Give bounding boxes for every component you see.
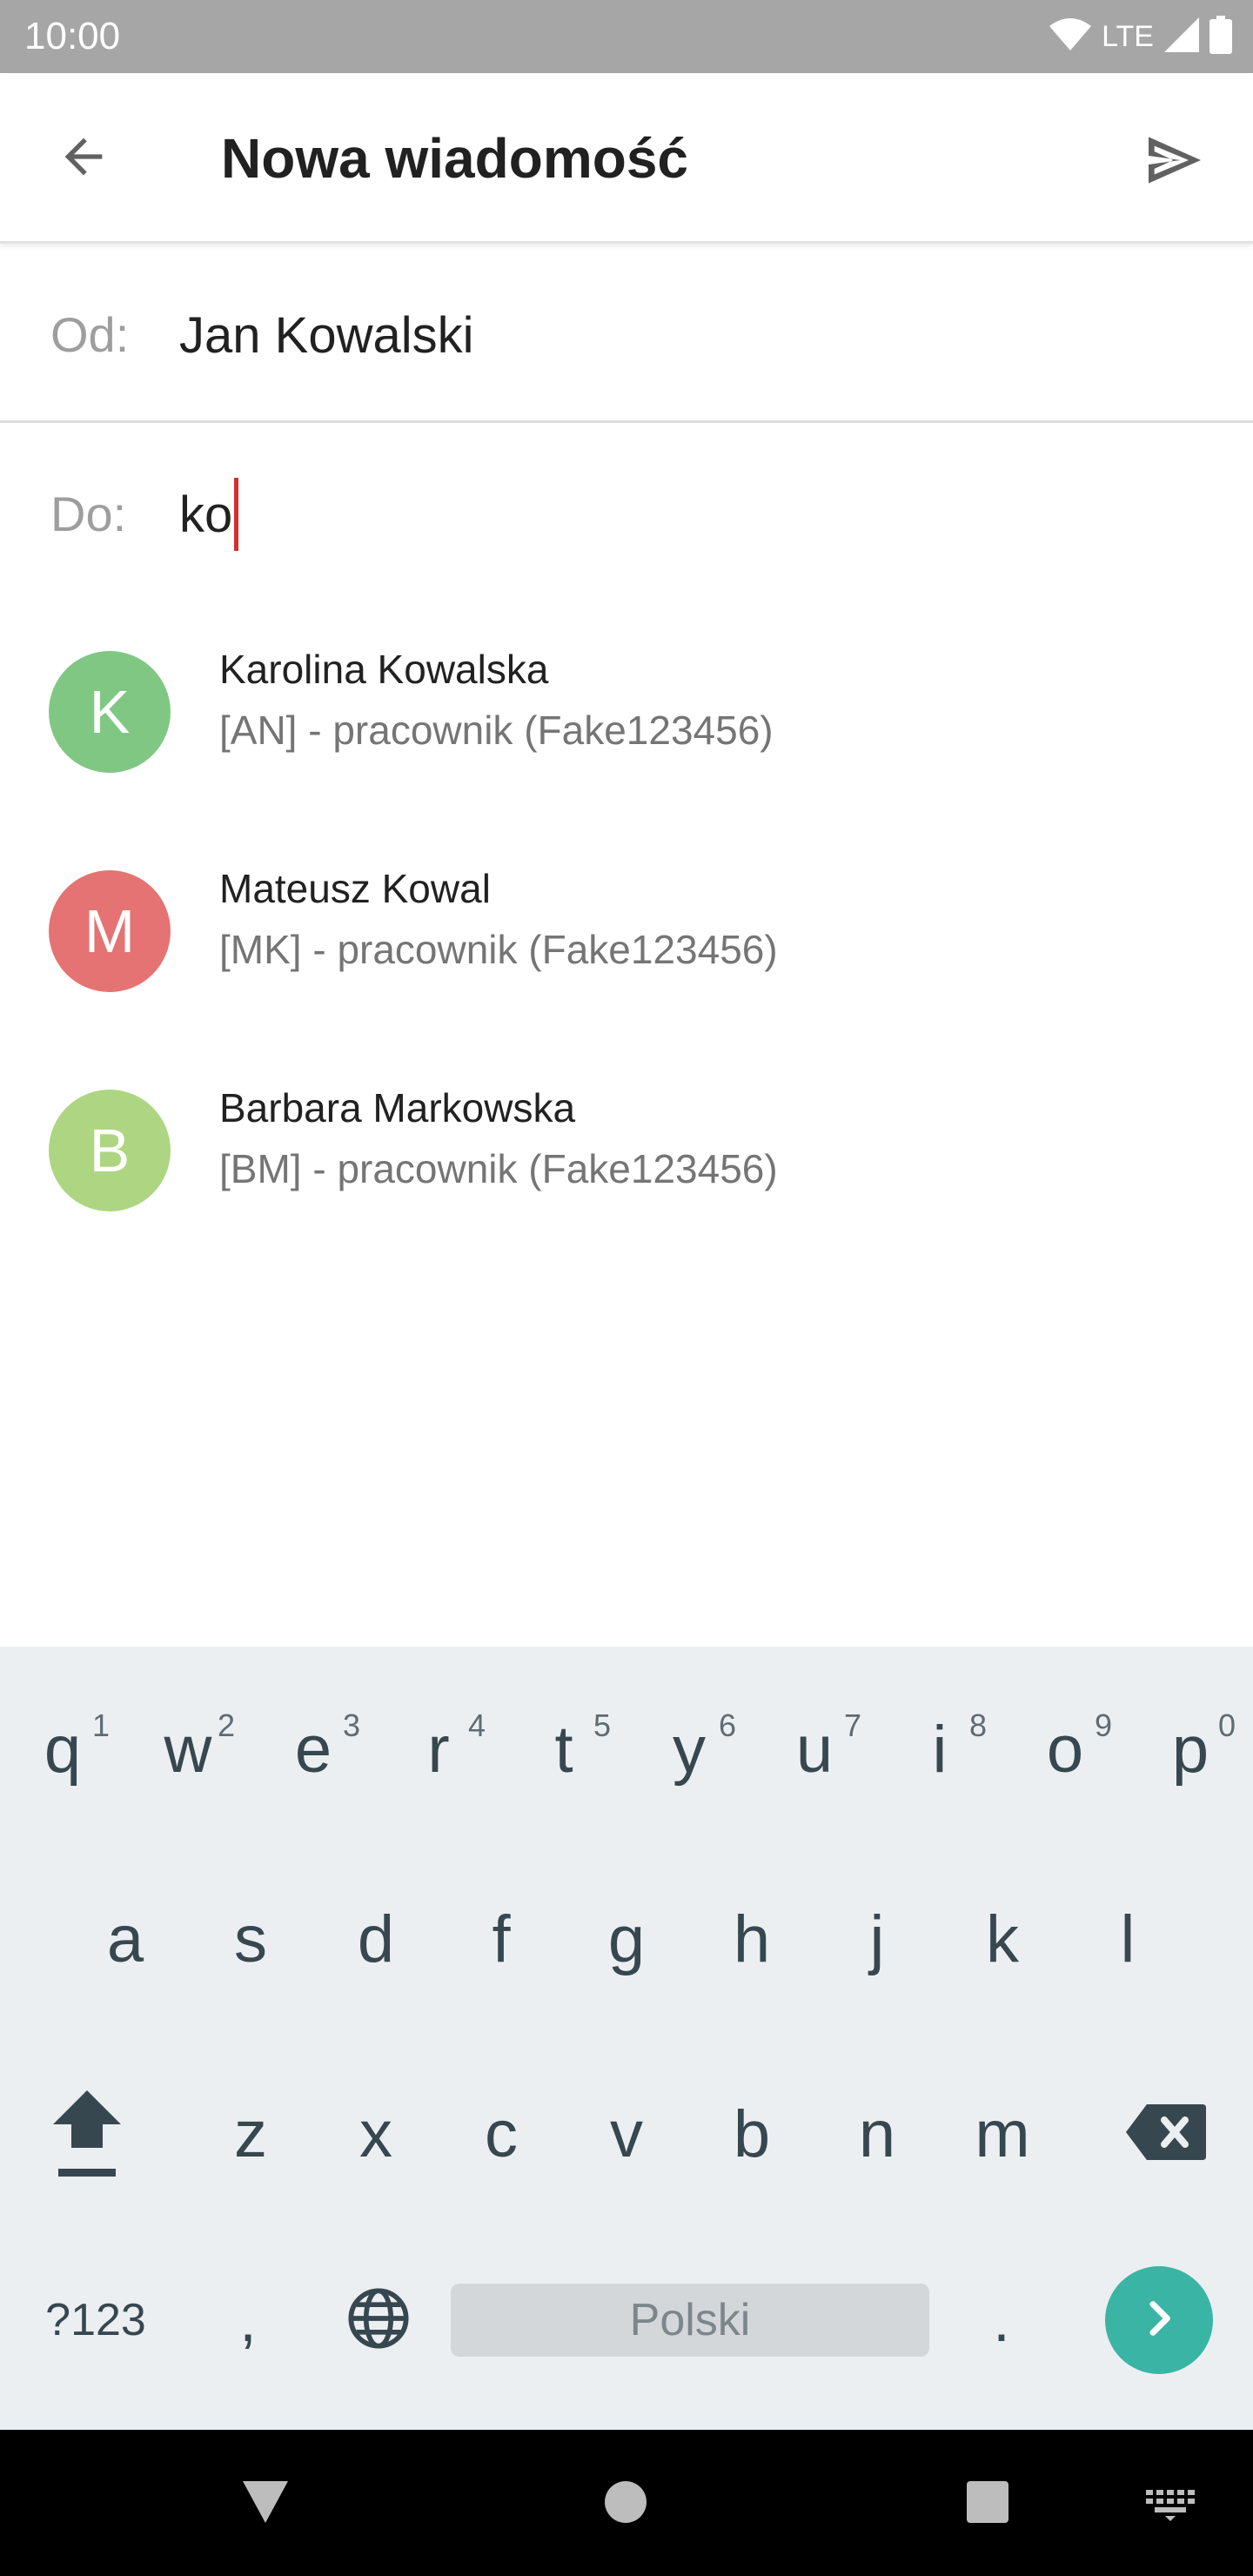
key-o[interactable]: o9 <box>1013 1688 1117 1810</box>
keyboard-switch-button[interactable] <box>1131 2468 1209 2546</box>
chevron-right-icon <box>1135 2294 1183 2347</box>
soft-keyboard: q1 w2 e3 r4 t5 y6 u7 i8 o9 p0 a s d f g … <box>0 1647 1253 2430</box>
key-s[interactable]: s <box>198 1878 303 2000</box>
status-icons: LTE <box>1049 14 1232 59</box>
send-button[interactable] <box>1136 124 1213 200</box>
key-a[interactable]: a <box>73 1878 178 2000</box>
avatar: M <box>49 870 171 992</box>
suggestion-item[interactable]: B Barbara Markowska [BM] - pracownik (Fa… <box>0 1039 1253 1258</box>
space-key[interactable]: Polski <box>451 2284 929 2357</box>
suggestion-item[interactable]: K Karolina Kowalska [AN] - pracownik (Fa… <box>0 600 1253 820</box>
wifi-icon <box>1049 17 1092 57</box>
network-type: LTE <box>1102 19 1154 53</box>
circle-icon <box>603 2479 648 2529</box>
from-value: Jan Kowalski <box>179 307 474 364</box>
page-title: Nowa wiadomość <box>221 127 688 190</box>
triangle-down-icon <box>239 2478 291 2531</box>
suggestion-name: Karolina Kowalska <box>219 647 549 692</box>
language-key[interactable] <box>331 2266 426 2374</box>
suggestion-name: Barbara Markowska <box>219 1085 576 1130</box>
key-d[interactable]: d <box>324 1878 428 2000</box>
signal-icon <box>1164 17 1199 57</box>
key-b[interactable]: b <box>700 2073 804 2195</box>
key-u[interactable]: u7 <box>762 1688 867 1810</box>
key-h[interactable]: h <box>700 1878 804 2000</box>
to-field: Do: ko <box>0 425 1253 599</box>
key-z[interactable]: z <box>198 2073 303 2195</box>
shift-key[interactable] <box>35 2073 139 2195</box>
comma-key[interactable]: , <box>200 2266 296 2374</box>
key-m[interactable]: m <box>950 2073 1055 2195</box>
key-p[interactable]: p0 <box>1138 1688 1243 1810</box>
key-l[interactable]: l <box>1075 1878 1180 2000</box>
key-y[interactable]: y6 <box>637 1688 741 1810</box>
key-v[interactable]: v <box>574 2073 679 2195</box>
back-button[interactable] <box>49 124 118 193</box>
avatar: K <box>49 651 171 773</box>
from-field: Od: Jan Kowalski <box>0 244 1253 423</box>
square-icon <box>965 2479 1010 2529</box>
status-time: 10:00 <box>24 15 121 57</box>
suggestion-item[interactable]: M Mateusz Kowal [MK] - pracownik (Fake12… <box>0 820 1253 1039</box>
key-x[interactable]: x <box>324 2073 428 2195</box>
nav-recents-button[interactable] <box>948 2465 1027 2543</box>
suggestion-subtitle: [MK] - pracownik (Fake123456) <box>219 927 778 972</box>
send-icon <box>1140 125 1209 199</box>
shift-icon <box>48 2080 126 2189</box>
key-q[interactable]: q1 <box>10 1688 115 1810</box>
backspace-icon <box>1126 2103 1206 2164</box>
suggestion-subtitle: [AN] - pracownik (Fake123456) <box>219 708 774 753</box>
nav-home-button[interactable] <box>586 2465 665 2543</box>
text-caret <box>234 478 239 551</box>
to-input[interactable]: ko <box>179 486 232 544</box>
avatar: B <box>49 1090 171 1211</box>
recipient-suggestions: K Karolina Kowalska [AN] - pracownik (Fa… <box>0 600 1253 1258</box>
backspace-key[interactable] <box>1114 2073 1218 2195</box>
key-g[interactable]: g <box>574 1878 679 2000</box>
period-key[interactable]: . <box>954 2266 1049 2374</box>
app-bar: Nowa wiadomość <box>0 73 1253 244</box>
key-r[interactable]: r4 <box>386 1688 491 1810</box>
key-t[interactable]: t5 <box>512 1688 616 1810</box>
symbols-key[interactable]: ?123 <box>26 2266 165 2374</box>
from-label: Od: <box>50 307 130 362</box>
nav-back-button[interactable] <box>226 2465 305 2543</box>
enter-key[interactable] <box>1105 2266 1213 2374</box>
suggestion-name: Mateusz Kowal <box>219 866 491 911</box>
suggestion-subtitle: [BM] - pracownik (Fake123456) <box>219 1146 778 1191</box>
key-c[interactable]: c <box>449 2073 553 2195</box>
globe-icon <box>345 2285 412 2356</box>
to-input-wrapper[interactable]: ko <box>179 475 1206 553</box>
keyboard-icon <box>1144 2488 1196 2527</box>
key-j[interactable]: j <box>825 1878 929 2000</box>
arrow-back-icon <box>56 129 111 189</box>
key-w[interactable]: w2 <box>136 1688 240 1810</box>
navigation-bar <box>0 2430 1253 2576</box>
to-label: Do: <box>50 486 127 541</box>
key-e[interactable]: e3 <box>261 1688 365 1810</box>
status-bar: 10:00 LTE <box>0 0 1253 73</box>
key-f[interactable]: f <box>449 1878 553 2000</box>
key-k[interactable]: k <box>950 1878 1055 2000</box>
key-n[interactable]: n <box>825 2073 929 2195</box>
battery-icon <box>1209 15 1232 58</box>
key-i[interactable]: i8 <box>888 1688 992 1810</box>
